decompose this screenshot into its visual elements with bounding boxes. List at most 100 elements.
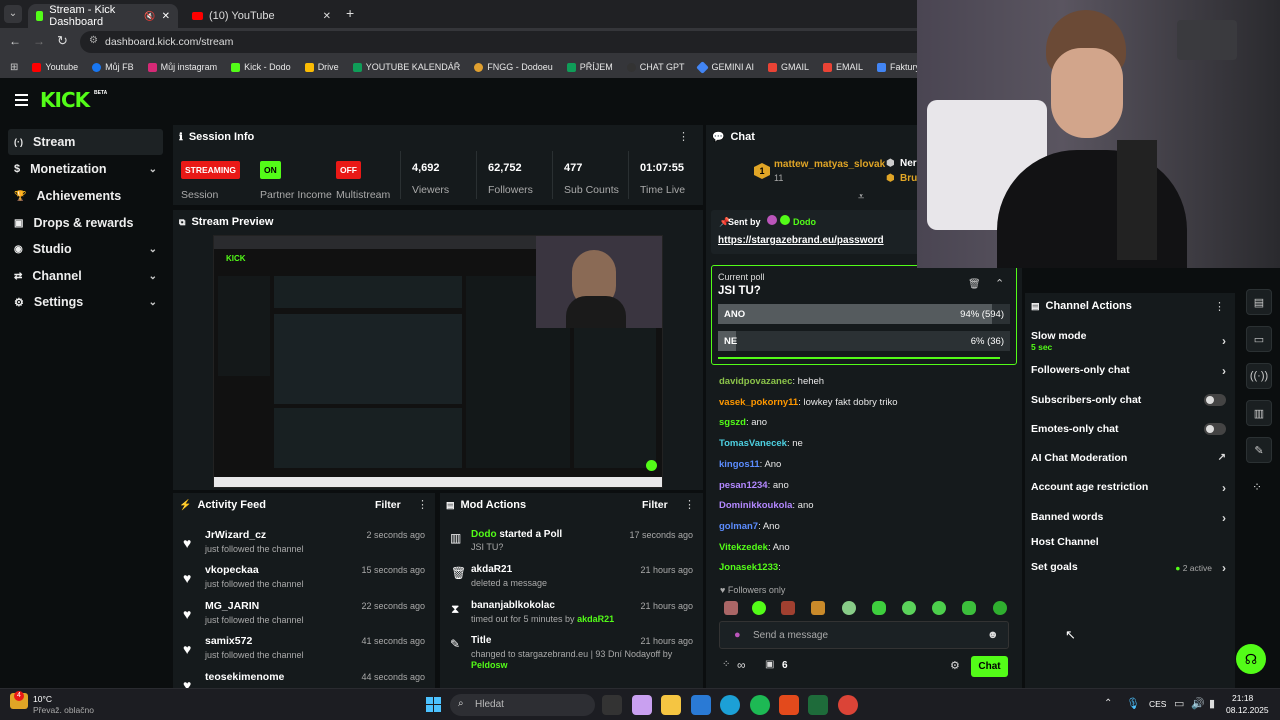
reload-icon[interactable]: ↻ (57, 33, 68, 49)
support-headset-icon[interactable]: ☊ (1236, 644, 1266, 674)
close-tab-icon[interactable]: ✕ (162, 11, 170, 22)
volume-icon[interactable]: 🔊 (1191, 697, 1205, 710)
filter-button[interactable]: Filter (375, 499, 401, 511)
stream-video[interactable]: KICK (213, 235, 663, 488)
bookmark-chatgpt[interactable]: CHAT GPT (626, 62, 684, 72)
chat-username[interactable]: Jonasek1233 (719, 562, 778, 573)
emote-icon[interactable] (872, 601, 886, 615)
taskbar-search[interactable]: ⌕ Hledat (450, 694, 595, 716)
emotes-only-toggle[interactable] (1204, 423, 1226, 435)
edge-icon[interactable] (720, 695, 740, 715)
chevron-up-icon[interactable]: ⌃ (1104, 698, 1112, 709)
chat-bubble-icon[interactable]: ▭ (1246, 326, 1272, 352)
url-input[interactable]: ⚙ dashboard.kick.com/stream (80, 31, 920, 53)
bookmark-youtube[interactable]: Youtube (32, 62, 78, 72)
top-supporter-name[interactable]: mattew_matyas_slovak (774, 159, 885, 170)
chat-username[interactable]: vasek_pokorny11 (719, 397, 798, 408)
set-goals-row[interactable]: Set goals ● 2 active › (1031, 561, 1226, 577)
filter-button[interactable]: Filter (642, 499, 668, 511)
chat-username[interactable]: sgszd (719, 417, 746, 428)
send-chat-button[interactable]: Chat (971, 656, 1008, 677)
chat-input[interactable]: ● Send a message ☻ (719, 621, 1009, 649)
copilot-icon[interactable] (632, 695, 652, 715)
more-icon[interactable]: ⋮ (684, 498, 695, 511)
bookmark-fb[interactable]: Můj FB (92, 62, 134, 72)
chrome-icon[interactable] (838, 695, 858, 715)
points-icon[interactable]: ⁘ (1252, 480, 1262, 494)
emote-icon[interactable] (842, 601, 856, 615)
more-icon[interactable]: ⋮ (1214, 300, 1225, 313)
bookmark-yt-calendar[interactable]: YOUTUBE KALENDÁŘ (352, 62, 460, 72)
collapse-icon[interactable]: ⩡ (858, 191, 864, 204)
network-icon[interactable]: ▭ (1174, 697, 1184, 710)
emote-icon[interactable] (932, 601, 946, 615)
poll-option[interactable]: ANO 94% (594) (718, 304, 1010, 324)
chevron-up-icon[interactable]: ⌃ (995, 277, 1004, 290)
banned-words-row[interactable]: Banned words › (1031, 511, 1226, 527)
wrench-icon[interactable]: ✎ (1246, 437, 1272, 463)
menu-icon[interactable] (15, 94, 28, 106)
gift-icon[interactable]: ▣ (765, 659, 774, 670)
sidebar-item-drops[interactable]: ▣ Drops & rewards (8, 210, 163, 236)
chat-username[interactable]: davidpovazanec (719, 376, 792, 387)
excel-icon[interactable] (808, 695, 828, 715)
bookmark-email[interactable]: EMAIL (822, 62, 863, 72)
sidebar-item-achievements[interactable]: 🏆 Achievements (8, 183, 163, 209)
mute-tab-icon[interactable]: 🔇 (144, 11, 155, 22)
bookmark-kick[interactable]: Kick - Dodo (231, 62, 291, 72)
subscribers-only-toggle[interactable] (1204, 394, 1226, 406)
followers-only-row[interactable]: Followers-only chat › (1031, 364, 1226, 380)
chat-username[interactable]: golman7 (719, 521, 758, 532)
tab-search-icon[interactable]: ⌄ (4, 5, 22, 23)
ai-moderation-row[interactable]: AI Chat Moderation ↗ (1031, 452, 1226, 468)
bookmark-gmail[interactable]: GMAIL (767, 62, 809, 72)
back-icon[interactable]: ← (9, 34, 21, 48)
outlook-icon[interactable] (691, 695, 711, 715)
new-tab-icon[interactable]: + (346, 5, 354, 21)
more-icon[interactable]: ⋮ (417, 498, 428, 511)
emote-icon[interactable] (724, 601, 738, 615)
bookmark-faktury[interactable]: Faktury - Vytváření (877, 62, 920, 72)
emote-icon[interactable] (752, 601, 766, 615)
sidebar-item-monetization[interactable]: $ Monetization ⌄ (8, 156, 163, 182)
chat-settings-icon[interactable]: ⚙ (950, 659, 960, 672)
emote-icon[interactable] (993, 601, 1007, 615)
chat-username[interactable]: pesan1234 (719, 480, 768, 491)
layers-icon[interactable]: ▥ (1246, 400, 1272, 426)
emoji-icon[interactable]: ☻ (987, 629, 999, 641)
bookmark-instagram[interactable]: Můj instagram (147, 62, 217, 72)
sidebar-item-channel[interactable]: ⇄ Channel ⌄ (8, 263, 163, 289)
notes-icon[interactable]: ▤ (1246, 289, 1272, 315)
bookmark-drive[interactable]: Drive (304, 62, 339, 72)
close-tab-icon[interactable]: ✕ (323, 11, 331, 22)
emote-icon[interactable] (811, 601, 825, 615)
broadcast-icon[interactable]: ((·)) (1246, 363, 1272, 389)
site-info-icon[interactable]: ⚙ (89, 35, 98, 46)
spotify-icon[interactable] (750, 695, 770, 715)
slow-mode-row[interactable]: Slow mode 5 sec › (1031, 330, 1226, 354)
emote-icon[interactable] (781, 601, 795, 615)
windows-start-icon[interactable] (426, 697, 441, 712)
forward-icon[interactable]: → (33, 34, 45, 48)
chat-username[interactable]: kingos11 (719, 459, 760, 470)
points-icon[interactable]: ⁘ (722, 659, 730, 670)
obs-icon[interactable] (779, 695, 799, 715)
emote-icon[interactable] (902, 601, 916, 615)
pinned-link[interactable]: https://stargazebrand.eu/password (718, 235, 884, 246)
sidebar-item-settings[interactable]: ⚙ Settings ⌄ (8, 289, 163, 315)
task-view-icon[interactable] (602, 695, 622, 715)
trash-icon[interactable]: 🗑 (968, 279, 981, 290)
sidebar-item-stream[interactable]: (·) Stream (8, 129, 163, 155)
chat-username[interactable]: TomasVanecek (719, 438, 787, 449)
apps-icon[interactable]: ⊞ (10, 62, 18, 73)
chat-username[interactable]: Dominikkoukola (719, 500, 792, 511)
more-icon[interactable]: ⋮ (678, 130, 689, 143)
bookmark-fngg[interactable]: FNGG - Dodoeu (474, 62, 553, 72)
emote-icon[interactable] (962, 601, 976, 615)
chat-username[interactable]: Vitekzedek (719, 542, 768, 553)
sidebar-item-studio[interactable]: ◉ Studio ⌄ (8, 236, 163, 262)
account-age-row[interactable]: Account age restriction › (1031, 481, 1226, 497)
tab-youtube[interactable]: (10) YouTube ✕ (184, 4, 339, 28)
kick-logo[interactable]: KICK (40, 88, 90, 112)
battery-icon[interactable]: ▮ (1209, 697, 1215, 710)
